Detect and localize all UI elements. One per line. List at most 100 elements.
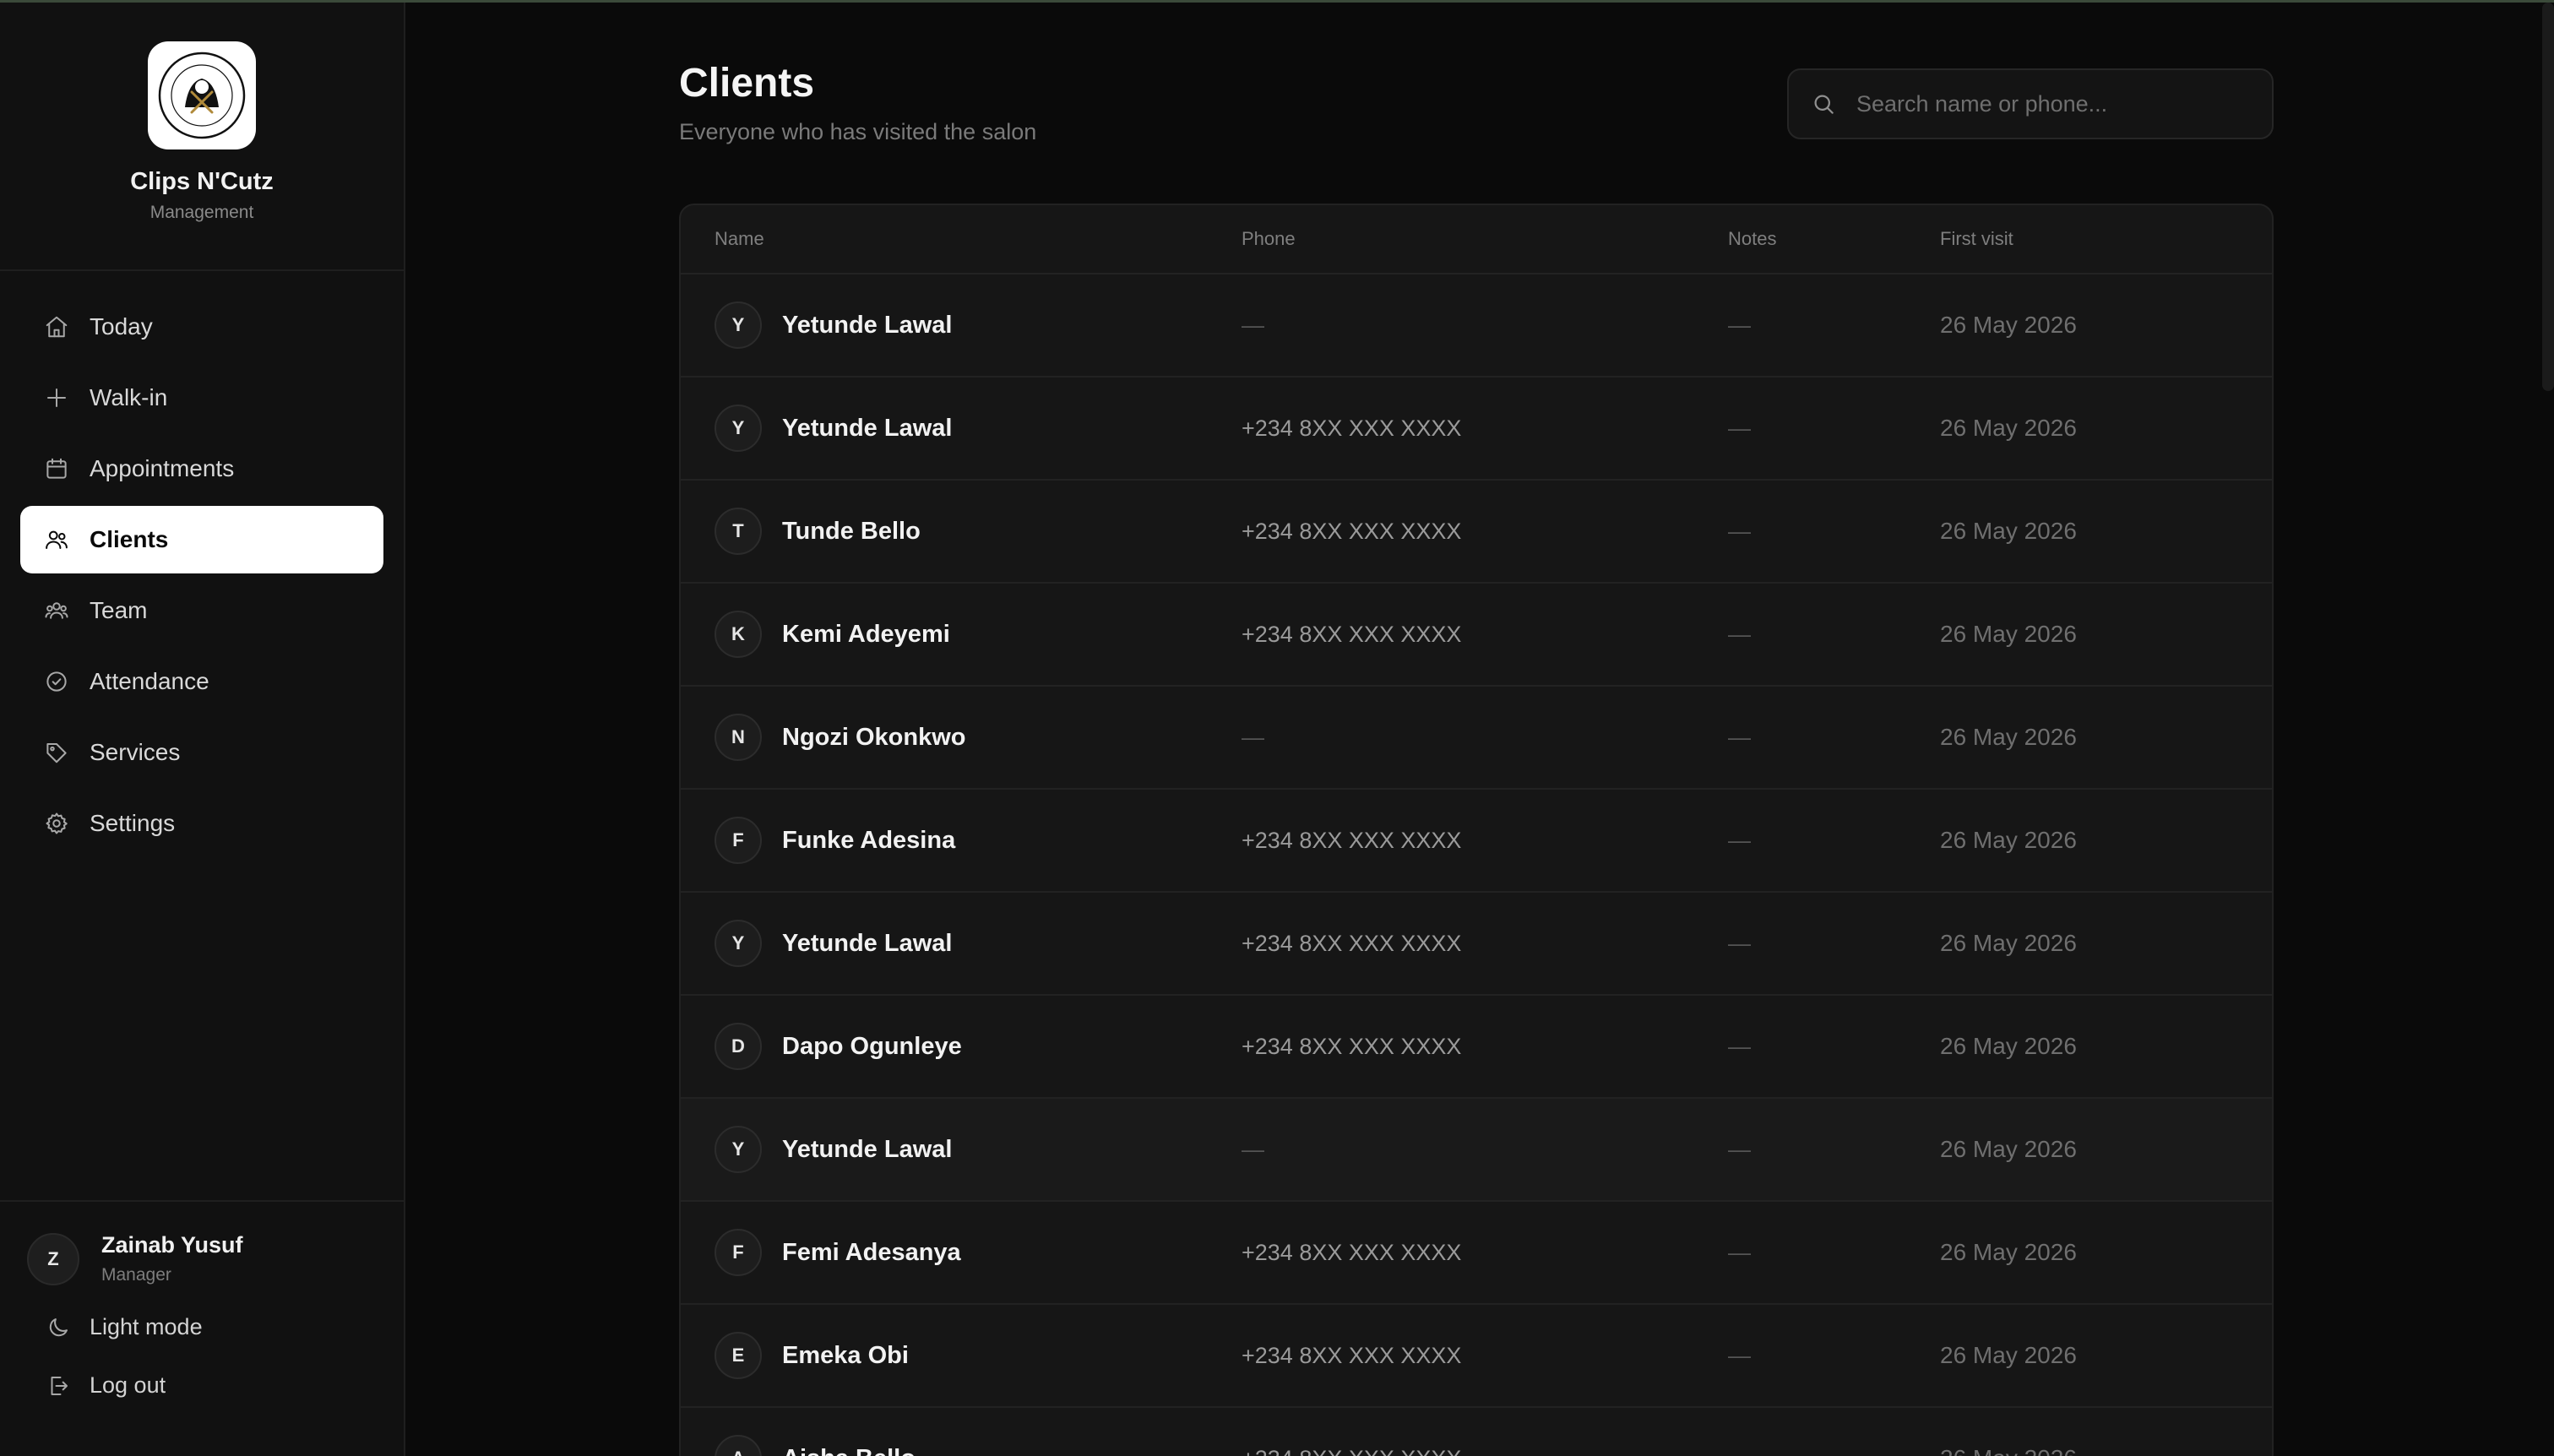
client-avatar: K bbox=[715, 611, 762, 658]
client-name: Dapo Ogunleye bbox=[782, 1032, 962, 1060]
client-first-visit: 26 May 2026 bbox=[1940, 1136, 2077, 1162]
brand-name: Clips N'Cutz bbox=[130, 168, 274, 195]
client-first-visit: 26 May 2026 bbox=[1940, 621, 2077, 647]
table-row[interactable]: A Aisha Bello +234 8XX XXX XXXX — 26 May 202… bbox=[681, 1408, 2272, 1456]
table-row[interactable]: D Dapo Ogunleye +234 8XX XXX XXXX — 26 May 2… bbox=[681, 996, 2272, 1099]
client-notes: — bbox=[1728, 621, 1751, 647]
check-circle-icon bbox=[42, 667, 71, 696]
client-name: Yetunde Lawal bbox=[782, 1135, 953, 1163]
client-name-cell: F Funke Adesina bbox=[715, 817, 955, 864]
brand-header: Clips N'Cutz Management bbox=[0, 3, 404, 271]
nav-item-appointments[interactable]: Appointments bbox=[20, 435, 383, 503]
nav-label: Appointments bbox=[90, 455, 235, 481]
search-input[interactable] bbox=[1856, 90, 2262, 117]
nav-item-clients[interactable]: Clients bbox=[20, 506, 383, 573]
table-row[interactable]: E Emeka Obi +234 8XX XXX XXXX — 26 May 2026 bbox=[681, 1305, 2272, 1408]
column-header-notes[interactable]: Notes bbox=[1728, 228, 1776, 250]
client-notes: — bbox=[1728, 1033, 1751, 1059]
nav-item-attendance[interactable]: Attendance bbox=[20, 648, 383, 715]
client-first-visit: 26 May 2026 bbox=[1940, 930, 2077, 956]
client-phone: +234 8XX XXX XXXX bbox=[1242, 415, 1462, 441]
client-first-visit: 26 May 2026 bbox=[1940, 1342, 2077, 1368]
clients-table: Name Phone Notes First visit Y Yetunde La… bbox=[679, 204, 2274, 1456]
client-name: Aisha Bello bbox=[782, 1445, 916, 1456]
logout-label: Log out bbox=[90, 1372, 166, 1398]
client-first-visit: 26 May 2026 bbox=[1940, 1033, 2077, 1059]
client-name: Yetunde Lawal bbox=[782, 929, 953, 957]
nav-item-services[interactable]: Services bbox=[20, 719, 383, 786]
table-row[interactable]: K Kemi Adeyemi +234 8XX XXX XXXX — 26 May 20… bbox=[681, 584, 2272, 687]
plus-icon bbox=[42, 383, 71, 412]
theme-toggle-button[interactable]: Light mode bbox=[27, 1314, 377, 1340]
client-avatar: F bbox=[715, 817, 762, 864]
client-name-cell: Y Yetunde Lawal bbox=[715, 405, 952, 452]
client-avatar: D bbox=[715, 1023, 762, 1070]
client-phone: — bbox=[1242, 312, 1264, 338]
nav-label: Attendance bbox=[90, 668, 209, 694]
client-phone: — bbox=[1242, 724, 1264, 750]
avatar: Z bbox=[27, 1232, 79, 1285]
client-notes: — bbox=[1728, 930, 1751, 956]
client-notes: — bbox=[1728, 1446, 1751, 1456]
client-name: Ngozi Okonkwo bbox=[782, 723, 966, 751]
table-row[interactable]: Y Yetunde Lawal — — 26 May 2026 bbox=[681, 1099, 2272, 1202]
client-name: Yetunde Lawal bbox=[782, 311, 953, 339]
column-header-name[interactable]: Name bbox=[715, 228, 764, 250]
client-first-visit: 26 May 2026 bbox=[1940, 415, 2077, 441]
logout-button[interactable]: Log out bbox=[27, 1372, 377, 1399]
client-name-cell: F Femi Adesanya bbox=[715, 1229, 961, 1276]
team-icon bbox=[42, 596, 71, 625]
client-phone: +234 8XX XXX XXXX bbox=[1242, 518, 1462, 544]
client-avatar: T bbox=[715, 508, 762, 555]
client-name: Yetunde Lawal bbox=[782, 414, 953, 442]
home-icon bbox=[42, 312, 71, 341]
client-notes: — bbox=[1728, 1342, 1751, 1368]
nav-item-settings[interactable]: Settings bbox=[20, 790, 383, 857]
table-row[interactable]: Y Yetunde Lawal +234 8XX XXX XXXX — 26 May 2… bbox=[681, 378, 2272, 481]
client-avatar: A bbox=[715, 1435, 762, 1456]
search-icon bbox=[1814, 95, 1834, 114]
client-name: Kemi Adeyemi bbox=[782, 620, 950, 648]
table-row[interactable]: T Tunde Bello +234 8XX XXX XXXX — 26 May 202… bbox=[681, 481, 2272, 584]
table-row[interactable]: Y Yetunde Lawal +234 8XX XXX XXXX — 26 May 2… bbox=[681, 893, 2272, 996]
sidebar: Clips N'Cutz Management Today Walk-in Ap… bbox=[0, 3, 405, 1456]
search-box[interactable] bbox=[1787, 68, 2274, 139]
user-profile[interactable]: Z Zainab Yusuf Manager bbox=[27, 1232, 377, 1285]
client-name-cell: D Dapo Ogunleye bbox=[715, 1023, 962, 1070]
client-notes: — bbox=[1728, 518, 1751, 544]
main-nav: Today Walk-in Appointments Clients Team … bbox=[0, 271, 404, 857]
user-role: Manager bbox=[101, 1265, 171, 1285]
nav-label: Clients bbox=[90, 526, 169, 552]
table-row[interactable]: Y Yetunde Lawal — — 26 May 2026 bbox=[681, 274, 2272, 378]
column-header-phone[interactable]: Phone bbox=[1242, 228, 1296, 250]
nav-item-team[interactable]: Team bbox=[20, 577, 383, 644]
table-row[interactable]: F Femi Adesanya +234 8XX XXX XXXX — 26 May 2… bbox=[681, 1202, 2272, 1305]
brand-subtitle: Management bbox=[149, 203, 254, 222]
client-phone: +234 8XX XXX XXXX bbox=[1242, 1033, 1462, 1059]
gear-icon bbox=[42, 809, 71, 838]
column-header-first-visit[interactable]: First visit bbox=[1940, 228, 2013, 250]
client-name-cell: K Kemi Adeyemi bbox=[715, 611, 950, 658]
client-name-cell: Y Yetunde Lawal bbox=[715, 1126, 952, 1173]
nav-label: Today bbox=[90, 313, 153, 340]
client-first-visit: 26 May 2026 bbox=[1940, 312, 2077, 338]
client-name-cell: A Aisha Bello bbox=[715, 1435, 916, 1456]
client-notes: — bbox=[1728, 724, 1751, 750]
page-scrollbar[interactable] bbox=[2542, 3, 2554, 391]
table-header: Name Phone Notes First visit bbox=[681, 205, 2272, 274]
client-avatar: Y bbox=[715, 302, 762, 349]
client-name-cell: E Emeka Obi bbox=[715, 1332, 909, 1379]
nav-item-today[interactable]: Today bbox=[20, 293, 383, 361]
client-phone: +234 8XX XXX XXXX bbox=[1242, 930, 1462, 956]
client-notes: — bbox=[1728, 827, 1751, 853]
table-row[interactable]: F Funke Adesina +234 8XX XXX XXXX — 26 May 2… bbox=[681, 790, 2272, 893]
client-name-cell: T Tunde Bello bbox=[715, 508, 921, 555]
client-avatar: Y bbox=[715, 1126, 762, 1173]
client-phone: +234 8XX XXX XXXX bbox=[1242, 827, 1462, 853]
nav-item-walk-in[interactable]: Walk-in bbox=[20, 364, 383, 432]
table-body: Y Yetunde Lawal — — 26 May 2026 Y Yetunde Lawa… bbox=[681, 274, 2272, 1456]
salon-logo[interactable] bbox=[148, 41, 256, 149]
salon-logo-graphic bbox=[158, 52, 246, 139]
client-name: Femi Adesanya bbox=[782, 1238, 961, 1266]
table-row[interactable]: N Ngozi Okonkwo — — 26 May 2026 bbox=[681, 687, 2272, 790]
